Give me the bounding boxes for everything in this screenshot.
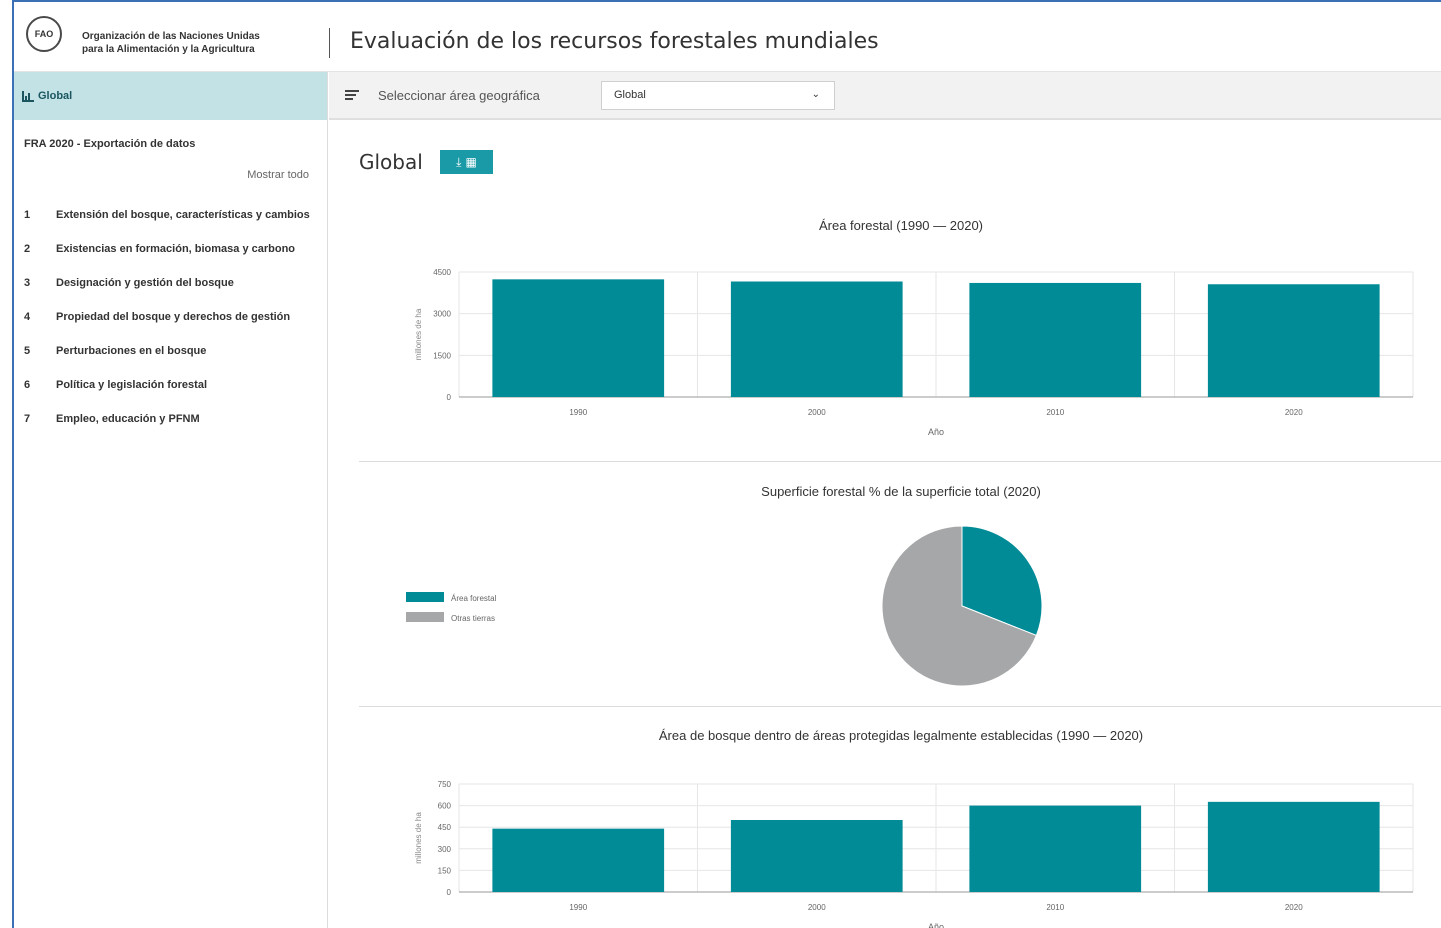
x-tick-label: 2000 <box>808 408 826 417</box>
y-tick-label: 0 <box>447 888 452 897</box>
sidebar-item-number: 6 <box>24 379 31 391</box>
area-select-value: Global <box>614 89 646 101</box>
y-tick-label: 0 <box>447 393 452 402</box>
chart-protected-area: Área de bosque dentro de áreas protegida… <box>359 728 1441 928</box>
sidebar-item-number: 1 <box>24 209 31 221</box>
chart-title: Área forestal (1990 — 2020) <box>818 218 984 233</box>
sidebar-item-number: 7 <box>24 413 31 425</box>
download-table-button[interactable]: ⤓ ▦ <box>440 150 493 174</box>
section-divider <box>359 461 1441 462</box>
sidebar-item-number: 2 <box>24 243 31 255</box>
show-all-link[interactable]: Mostrar todo <box>247 169 309 181</box>
bar-2000 <box>730 820 903 892</box>
x-tick-label: 1990 <box>569 903 587 912</box>
sidebar-item-global[interactable]: Global <box>14 72 327 120</box>
area-select[interactable]: Global ⌄ <box>601 81 835 110</box>
y-tick-label: 750 <box>438 780 452 789</box>
section-divider <box>359 706 1441 707</box>
chart-forest-share: Superficie forestal % de la superficie t… <box>359 484 1441 687</box>
y-tick-label: 3000 <box>433 310 451 319</box>
filter-menu-icon[interactable] <box>345 90 359 100</box>
sidebar-item-5[interactable]: 5 Perturbaciones en el bosque <box>24 342 314 360</box>
legend-label: Otras tierras <box>451 614 495 623</box>
x-tick-label: 2010 <box>1046 903 1064 912</box>
page-title: Global <box>359 150 423 174</box>
area-select-label: Seleccionar área geográfica <box>378 88 540 103</box>
sidebar: Global FRA 2020 - Exportación de datos M… <box>14 72 328 928</box>
x-tick-label: 2020 <box>1285 903 1303 912</box>
chevron-down-icon: ⌄ <box>811 89 820 100</box>
x-tick-label: 1990 <box>569 408 587 417</box>
y-tick-label: 4500 <box>433 268 451 277</box>
org-name: Organización de las Naciones Unidas para… <box>82 30 260 56</box>
main-content: Global ⤓ ▦ Área forestal (1990 — 2020) 0… <box>329 122 1441 928</box>
forest-area-bar-chart: 0 1500 3000 4500 1990 2000 2010 2020 Año millones… <box>414 268 1414 437</box>
sidebar-item-number: 5 <box>24 345 31 357</box>
table-icon: ▦ <box>465 155 477 169</box>
legend-swatch <box>406 592 444 602</box>
legend-swatch <box>406 612 444 622</box>
org-name-line1: Organización de las Naciones Unidas <box>82 31 260 42</box>
sidebar-item-2[interactable]: 2 Existencias en formación, biomasa y car… <box>24 240 314 258</box>
toolbar: Seleccionar área geográfica Global ⌄ <box>329 72 1441 120</box>
protected-area-bar-chart: 0 150 300 450 600 750 1990 2000 2010 2020 Año millo… <box>414 780 1414 928</box>
y-tick-label: 300 <box>438 845 452 854</box>
bar-2010 <box>969 805 1142 892</box>
sidebar-item-label: Designación y gestión del bosque <box>56 277 234 289</box>
bar-2020 <box>1207 801 1380 892</box>
sidebar-item-label: Extensión del bosque, características y … <box>56 209 310 221</box>
sidebar-item-3[interactable]: 3 Designación y gestión del bosque <box>24 274 314 292</box>
y-tick-label: 1500 <box>433 351 451 360</box>
bar-2020 <box>1207 284 1380 397</box>
y-axis-label: millones de ha <box>414 308 423 360</box>
chart-forest-area: Área forestal (1990 — 2020) 0 1500 3000 450… <box>359 218 1441 437</box>
y-axis-label: millones de ha <box>414 812 423 864</box>
sidebar-item-label: Perturbaciones en el bosque <box>56 345 207 357</box>
sidebar-item-number: 3 <box>24 277 31 289</box>
chart-title: Superficie forestal % de la superficie t… <box>761 484 1041 499</box>
sidebar-title: FRA 2020 - Exportación de datos <box>24 138 196 150</box>
sidebar-item-label: Propiedad del bosque y derechos de gesti… <box>56 311 291 323</box>
forest-share-pie-chart: Área forestal Otras tierras <box>406 525 1043 687</box>
sidebar-item-4[interactable]: 4 Propiedad del bosque y derechos de gest… <box>24 308 314 326</box>
app-frame: FAO Organización de las Naciones Unidas … <box>12 0 1441 928</box>
sidebar-item-label: Empleo, educación y PFNM <box>56 413 200 425</box>
sidebar-item-number: 4 <box>24 311 31 323</box>
legend-label: Área forestal <box>451 594 497 603</box>
y-tick-label: 600 <box>438 802 452 811</box>
sidebar-item-label: Existencias en formación, biomasa y carb… <box>56 243 296 255</box>
sidebar-head-label: Global <box>38 90 73 102</box>
x-tick-label: 2000 <box>808 903 826 912</box>
download-icon: ⤓ <box>456 154 462 169</box>
sidebar-list: 1 Extensión del bosque, características y… <box>24 206 314 444</box>
app-title: Evaluación de los recursos forestales mu… <box>350 29 879 54</box>
org-name-line2: para la Alimentación y la Agricultura <box>82 44 255 55</box>
sidebar-item-label: Política y legislación forestal <box>56 379 207 391</box>
y-tick-label: 450 <box>438 823 452 832</box>
header: FAO Organización de las Naciones Unidas … <box>14 2 1441 72</box>
bar-2010 <box>969 282 1142 397</box>
bar-1990 <box>492 828 665 892</box>
sidebar-item-6[interactable]: 6 Política y legislación forestal <box>24 376 314 394</box>
sidebar-item-1[interactable]: 1 Extensión del bosque, características y… <box>24 206 314 224</box>
x-tick-label: 2010 <box>1046 408 1064 417</box>
y-tick-label: 150 <box>438 866 452 875</box>
bar-1990 <box>492 279 665 397</box>
x-axis-label: Año <box>928 922 944 928</box>
sidebar-item-7[interactable]: 7 Empleo, educación y PFNM <box>24 410 314 428</box>
x-axis-label: Año <box>928 427 944 437</box>
chart-title: Área de bosque dentro de áreas protegida… <box>658 728 1144 743</box>
x-tick-label: 2020 <box>1285 408 1303 417</box>
bar-2000 <box>730 281 903 397</box>
header-divider <box>329 28 330 58</box>
fao-logo[interactable]: FAO <box>26 16 62 52</box>
bar-chart-icon <box>22 90 34 102</box>
